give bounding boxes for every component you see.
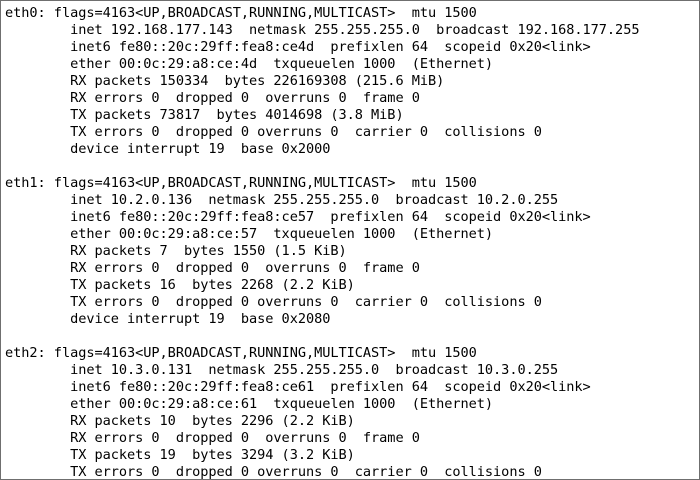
terminal-line: TX packets 16 bytes 2268 (2.2 KiB) (5, 277, 355, 293)
terminal-line: RX packets 7 bytes 1550 (1.5 KiB) (5, 243, 347, 259)
terminal-line: eth2: flags=4163<UP,BROADCAST,RUNNING,MU… (5, 345, 477, 361)
interface-block-eth2: eth2: flags=4163<UP,BROADCAST,RUNNING,MU… (5, 345, 699, 480)
terminal-line: TX packets 73817 bytes 4014698 (3.8 MiB) (5, 107, 404, 123)
interface-block-eth0: eth0: flags=4163<UP,BROADCAST,RUNNING,MU… (5, 5, 699, 158)
terminal-line: inet 10.2.0.136 netmask 255.255.255.0 br… (5, 192, 559, 208)
terminal-line: RX errors 0 dropped 0 overruns 0 frame 0 (5, 90, 420, 106)
terminal-line: ether 00:0c:29:a8:ce:57 txqueuelen 1000 … (5, 226, 494, 242)
terminal-line: TX packets 19 bytes 3294 (3.2 KiB) (5, 447, 355, 463)
terminal-line: TX errors 0 dropped 0 overruns 0 carrier… (5, 294, 542, 310)
terminal-line: inet6 fe80::20c:29ff:fea8:ce61 prefixlen… (5, 379, 591, 395)
terminal-line: TX errors 0 dropped 0 overruns 0 carrier… (5, 464, 542, 480)
terminal-line: RX packets 10 bytes 2296 (2.2 KiB) (5, 413, 355, 429)
terminal-line: inet6 fe80::20c:29ff:fea8:ce4d prefixlen… (5, 39, 591, 55)
terminal-window[interactable]: eth0: flags=4163<UP,BROADCAST,RUNNING,MU… (0, 0, 700, 480)
terminal-line: device interrupt 19 base 0x2080 (5, 311, 331, 327)
terminal-line: inet 192.168.177.143 netmask 255.255.255… (5, 22, 640, 38)
interface-block-eth1: eth1: flags=4163<UP,BROADCAST,RUNNING,MU… (5, 175, 699, 328)
terminal-line: RX packets 150334 bytes 226169308 (215.6… (5, 73, 445, 89)
terminal-line: ether 00:0c:29:a8:ce:61 txqueuelen 1000 … (5, 396, 494, 412)
terminal-line: ether 00:0c:29:a8:ce:4d txqueuelen 1000 … (5, 56, 494, 72)
terminal-line: RX errors 0 dropped 0 overruns 0 frame 0 (5, 260, 420, 276)
terminal-line: device interrupt 19 base 0x2000 (5, 141, 331, 157)
terminal-line: TX errors 0 dropped 0 overruns 0 carrier… (5, 124, 542, 140)
terminal-line: inet6 fe80::20c:29ff:fea8:ce57 prefixlen… (5, 209, 591, 225)
terminal-line: inet 10.3.0.131 netmask 255.255.255.0 br… (5, 362, 559, 378)
terminal-line: eth1: flags=4163<UP,BROADCAST,RUNNING,MU… (5, 175, 477, 191)
terminal-line: eth0: flags=4163<UP,BROADCAST,RUNNING,MU… (5, 5, 477, 21)
terminal-line: RX errors 0 dropped 0 overruns 0 frame 0 (5, 430, 420, 446)
terminal-output: eth0: flags=4163<UP,BROADCAST,RUNNING,MU… (5, 5, 699, 480)
